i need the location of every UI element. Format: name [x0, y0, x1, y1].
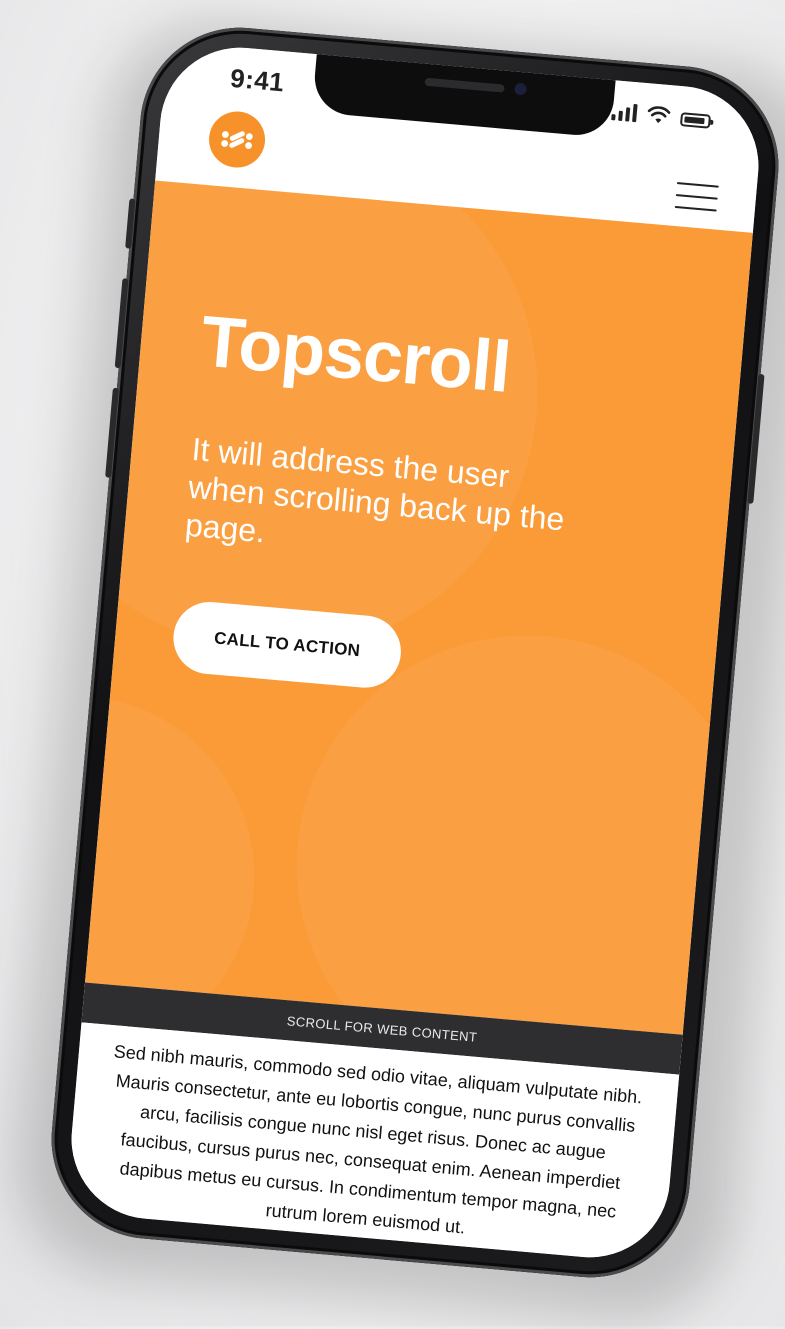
background-shape	[84, 180, 559, 674]
background-shape	[84, 681, 270, 1035]
speaker	[424, 77, 505, 93]
hero-section: Topscroll It will address the user when …	[84, 180, 753, 1035]
battery-icon	[679, 112, 711, 129]
hamburger-menu-icon[interactable]	[674, 182, 719, 212]
status-time: 9:41	[229, 62, 286, 98]
brand-logo-icon[interactable]	[206, 109, 268, 170]
phone-device: 9:41 Topscroll It will address the user …	[43, 19, 785, 1286]
wifi-icon	[647, 106, 671, 124]
body-paragraph: Sed nibh mauris, commodo sed odio vitae,…	[113, 1041, 644, 1238]
front-camera	[514, 82, 528, 96]
status-icons	[611, 102, 711, 129]
phone-screen: 9:41 Topscroll It will address the user …	[64, 41, 766, 1264]
signal-icon	[611, 102, 638, 123]
scroll-label: SCROLL FOR WEB CONTENT	[286, 1012, 478, 1045]
